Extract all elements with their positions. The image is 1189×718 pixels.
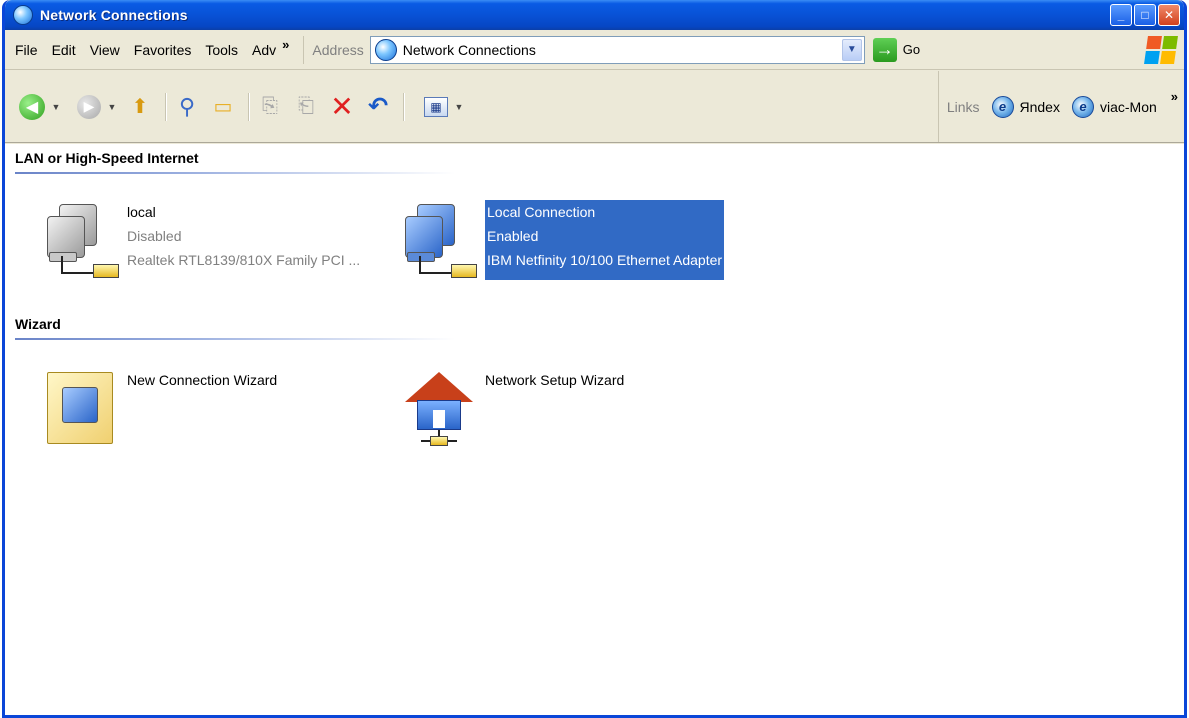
wizard-name: Network Setup Wizard — [485, 372, 625, 388]
network-connection-enabled-icon — [397, 200, 477, 280]
back-dropdown-icon[interactable]: ▼ — [49, 92, 63, 122]
ie-icon: e — [991, 95, 1014, 118]
menu-view[interactable]: View — [90, 42, 120, 58]
link-label: Яndex — [1019, 98, 1060, 115]
file-list-pane[interactable]: LAN or High-Speed Internet local Disable… — [5, 144, 1184, 715]
back-button[interactable]: ◀ — [19, 93, 45, 120]
group-header-lan: LAN or High-Speed Internet — [15, 150, 199, 166]
address-field[interactable]: Network Connections ▼ — [369, 35, 865, 64]
new-connection-wizard-icon — [39, 368, 119, 448]
windows-logo-icon — [1144, 36, 1178, 64]
toolbar-separator — [165, 92, 166, 121]
menu-tools[interactable]: Tools — [205, 42, 238, 58]
menu-advanced[interactable]: Adv — [252, 42, 276, 58]
connection-item-local[interactable]: local Disabled Realtek RTL8139/810X Fami… — [39, 200, 360, 280]
links-label: Links — [946, 98, 980, 115]
undo-button[interactable]: ↶ — [363, 92, 393, 122]
connection-details: Local Connection Enabled IBM Netfinity 1… — [485, 200, 725, 280]
connection-name: local — [127, 204, 156, 220]
connection-status: Enabled — [487, 228, 539, 244]
move-to-icon[interactable]: ⎘ — [255, 92, 285, 122]
copy-to-icon[interactable]: ⎗ — [291, 92, 321, 122]
standard-toolbar: ◀ ▼ ▶ ▼ ⬆ ⚲ ▭ ⎘ ⎗ ✕ ↶ ▦ ▼ Links e Яndex … — [5, 71, 1184, 143]
link-viac-mon[interactable]: e viac-Mon — [1071, 95, 1157, 118]
toolbar-separator — [248, 92, 249, 121]
wizard-details: Network Setup Wizard — [485, 368, 624, 448]
window-title: Network Connections — [40, 7, 188, 23]
views-dropdown-icon[interactable]: ▼ — [452, 92, 466, 122]
go-button[interactable]: → Go — [872, 37, 921, 62]
maximize-button[interactable]: □ — [1134, 4, 1156, 26]
folders-button[interactable]: ▭ — [208, 92, 238, 122]
connection-name: Local Connection — [487, 204, 596, 220]
minimize-button[interactable]: _ — [1110, 4, 1132, 26]
views-button[interactable]: ▦ — [424, 96, 448, 117]
wizard-item-new-connection[interactable]: New Connection Wizard — [39, 368, 277, 448]
wizard-item-network-setup[interactable]: Network Setup Wizard — [397, 368, 624, 448]
links-bar: Links e Яndex e viac-Mon » — [937, 71, 1184, 142]
link-label: viac-Mon — [1099, 98, 1157, 115]
group-header-wizard: Wizard — [15, 316, 61, 332]
links-overflow-chevron-icon[interactable]: » — [1171, 89, 1178, 104]
group-divider — [15, 338, 455, 340]
up-folder-button[interactable]: ⬆ — [125, 92, 155, 122]
address-label: Address — [303, 35, 364, 64]
go-arrow-icon: → — [872, 37, 897, 62]
go-label: Go — [902, 42, 921, 57]
connection-details: local Disabled Realtek RTL8139/810X Fami… — [127, 200, 360, 280]
search-button[interactable]: ⚲ — [172, 92, 202, 122]
menu-and-address-bar: File Edit View Favorites Tools Adv » Add… — [5, 30, 1184, 70]
network-connections-icon — [13, 5, 33, 25]
delete-button[interactable]: ✕ — [327, 91, 357, 122]
menu-edit[interactable]: Edit — [52, 42, 76, 58]
menu-favorites[interactable]: Favorites — [134, 42, 192, 58]
forward-dropdown-icon[interactable]: ▼ — [105, 92, 119, 122]
menu-overflow-chevron-icon[interactable]: » — [282, 37, 289, 52]
network-connections-icon — [374, 38, 397, 61]
forward-button[interactable]: ▶ — [77, 94, 101, 119]
wizard-name: New Connection Wizard — [127, 372, 278, 388]
close-button[interactable]: ✕ — [1158, 4, 1180, 26]
network-connection-disabled-icon — [39, 200, 119, 280]
address-value: Network Connections — [402, 41, 536, 58]
group-divider — [15, 172, 455, 174]
title-bar[interactable]: Network Connections _ □ ✕ — [5, 0, 1184, 30]
address-dropdown-button[interactable]: ▼ — [841, 38, 862, 61]
connection-item-local-connection[interactable]: Local Connection Enabled IBM Netfinity 1… — [397, 200, 725, 280]
wizard-details: New Connection Wizard — [127, 368, 277, 448]
link-yandex[interactable]: e Яndex — [991, 95, 1060, 118]
menu-file[interactable]: File — [15, 42, 38, 58]
explorer-window: Network Connections _ □ ✕ File Edit View… — [2, 0, 1187, 718]
toolbar-separator — [403, 92, 404, 121]
network-setup-wizard-icon — [397, 368, 477, 448]
ie-icon: e — [1071, 95, 1094, 118]
connection-device: Realtek RTL8139/810X Family PCI ... — [127, 252, 361, 268]
connection-device: IBM Netfinity 10/100 Ethernet Adapter — [487, 252, 723, 268]
window-controls: _ □ ✕ — [1110, 4, 1180, 26]
connection-status: Disabled — [127, 228, 182, 244]
